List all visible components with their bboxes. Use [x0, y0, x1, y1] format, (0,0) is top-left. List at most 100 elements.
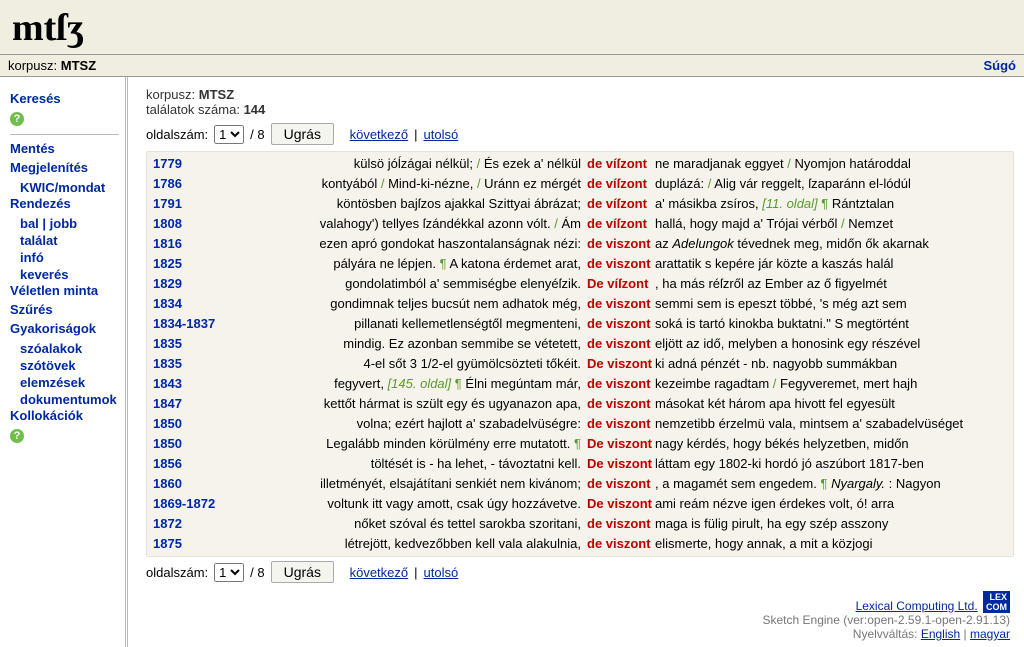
row-keyword: de viszont	[581, 295, 655, 313]
row-keyword: de víſzont	[581, 195, 655, 213]
concordance-row[interactable]: 1834-1837pillanati kellemetlenségtől meg…	[153, 314, 1007, 334]
lang-magyar[interactable]: magyar	[970, 627, 1010, 641]
help-icon[interactable]: ?	[10, 429, 24, 443]
concordance-row[interactable]: 1829gondolatimból a' semmiségbe elenyéſz…	[153, 274, 1007, 294]
concordance-row[interactable]: 1856töltését is - ha lehet, - távoztatni…	[153, 454, 1007, 474]
nav-sample[interactable]: Véletlen minta	[10, 283, 119, 298]
concordance-row[interactable]: 1825pályára ne lépjen. ¶ A katona érdeme…	[153, 254, 1007, 274]
concordance-row[interactable]: 18354-el sőt 3 1/2-el gyümölcsözteti tők…	[153, 354, 1007, 374]
row-left: valahogy') tellyes ſzándékkal azonn vólt…	[229, 215, 581, 233]
corpus-bar: korpusz: MTSZ Súgó	[0, 55, 1024, 77]
help-icon[interactable]: ?	[10, 112, 24, 126]
nav-kwic[interactable]: KWIC/mondat	[10, 179, 119, 196]
nav-freq-tags[interactable]: elemzések	[10, 374, 119, 391]
row-year[interactable]: 1850	[153, 435, 229, 453]
row-year[interactable]: 1835	[153, 335, 229, 353]
nav-freq-lemmas[interactable]: szótövek	[10, 357, 119, 374]
concordance-row[interactable]: 1808valahogy') tellyes ſzándékkal azonn …	[153, 214, 1007, 234]
row-keyword: De viszont	[581, 435, 655, 453]
concordance-row[interactable]: 1834gondimnak teljes bucsút nem adhatok …	[153, 294, 1007, 314]
row-year[interactable]: 1875	[153, 535, 229, 553]
row-right: a' másikba zsíros, [11. oldal] ¶ Rántzta…	[655, 195, 1007, 213]
row-year[interactable]: 1834	[153, 295, 229, 313]
next-link[interactable]: következő	[350, 565, 409, 580]
nav-sort[interactable]: Rendezés	[10, 196, 119, 211]
page-select[interactable]: 1	[214, 125, 244, 144]
row-year[interactable]: 1843	[153, 375, 229, 393]
topbar: mtſʒ	[0, 0, 1024, 55]
row-year[interactable]: 1816	[153, 235, 229, 253]
row-keyword: de viszont	[581, 375, 655, 393]
help-link[interactable]: Súgó	[984, 58, 1017, 73]
row-year[interactable]: 1835	[153, 355, 229, 373]
row-year[interactable]: 1860	[153, 475, 229, 493]
row-year[interactable]: 1829	[153, 275, 229, 293]
main: korpusz: MTSZ találatok száma: 144 oldal…	[128, 77, 1024, 647]
row-year[interactable]: 1869-1872	[153, 495, 229, 513]
row-right: nagy kérdés, hogy békés helyzetben, midő…	[655, 435, 1007, 453]
page-of: / 8	[250, 127, 264, 142]
concordance-row[interactable]: 1779külsö jóĺzágai nélkül; / És ezek a' …	[153, 154, 1007, 174]
row-keyword: de viszont	[581, 515, 655, 533]
nav-sort-hit[interactable]: találat	[10, 232, 119, 249]
row-right: , a magamét sem engedem. ¶ Nyargaly. : N…	[655, 475, 1007, 493]
row-year[interactable]: 1808	[153, 215, 229, 233]
row-year[interactable]: 1872	[153, 515, 229, 533]
last-link[interactable]: utolsó	[424, 127, 459, 142]
concordance-row[interactable]: 1872nőket szóval és tettel sarokba szori…	[153, 514, 1007, 534]
concordance-row[interactable]: 1850volna; ezért hajlott a' szabadelvüsé…	[153, 414, 1007, 434]
row-keyword: De viszont	[581, 355, 655, 373]
nav-freq-forms[interactable]: szóalakok	[10, 340, 119, 357]
row-year[interactable]: 1779	[153, 155, 229, 173]
concordance-row[interactable]: 1843fegyvert, [145. oldal] ¶ Élni megúnt…	[153, 374, 1007, 394]
row-keyword: De viszont	[581, 495, 655, 513]
concordance-row[interactable]: 1835mindig. Ez azonban semmibe se vétete…	[153, 334, 1007, 354]
row-keyword: de víſzont	[581, 215, 655, 233]
row-year[interactable]: 1847	[153, 395, 229, 413]
row-year[interactable]: 1791	[153, 195, 229, 213]
concordance-row[interactable]: 1791köntösben bajſzos ajakkal Szittyai á…	[153, 194, 1007, 214]
nav-sort-info[interactable]: infó	[10, 249, 119, 266]
lang-english[interactable]: English	[921, 627, 960, 641]
row-keyword: De víſzont	[581, 275, 655, 293]
nav-freq[interactable]: Gyakoriságok	[10, 321, 119, 336]
nav-search[interactable]: Keresés	[10, 91, 119, 106]
row-year[interactable]: 1825	[153, 255, 229, 273]
next-link[interactable]: következő	[350, 127, 409, 142]
row-keyword: de viszont	[581, 395, 655, 413]
row-year[interactable]: 1850	[153, 415, 229, 433]
row-right: elismerte, hogy annak, a mit a közjogi	[655, 535, 1007, 553]
row-year[interactable]: 1856	[153, 455, 229, 473]
go-button[interactable]: Ugrás	[271, 123, 334, 145]
nav-save[interactable]: Mentés	[10, 141, 119, 156]
concordance-row[interactable]: 1786kontyából / Mind-ki-nézne, / Uránn e…	[153, 174, 1007, 194]
row-right: , ha más réſzről az Ember az ő figyelmét	[655, 275, 1007, 293]
row-left: illetményét, elsajátítani senkiét nem ki…	[229, 475, 581, 493]
row-left: kettőt hármat is szült egy és ugyanazon …	[229, 395, 581, 413]
concordance-row[interactable]: 1869-1872voltunk itt vagy amott, csak úg…	[153, 494, 1007, 514]
concordance-row[interactable]: 1850Legalább minden körülmény erre mutat…	[153, 434, 1007, 454]
concordance-row[interactable]: 1875létrejött, kedvezőbben kell vala ala…	[153, 534, 1007, 554]
company-link[interactable]: Lexical Computing Ltd.	[856, 599, 978, 613]
nav-sort-leftright[interactable]: bal | jobb	[10, 215, 119, 232]
row-keyword: de viszont	[581, 335, 655, 353]
concordance-row[interactable]: 1860illetményét, elsajátítani senkiét ne…	[153, 474, 1007, 494]
row-keyword: de viszont	[581, 315, 655, 333]
last-link[interactable]: utolsó	[424, 565, 459, 580]
nav-filter[interactable]: Szűrés	[10, 302, 119, 317]
go-button[interactable]: Ugrás	[271, 561, 334, 583]
nav-display[interactable]: Megjelenítés	[10, 160, 119, 175]
nav-freq-docs[interactable]: dokumentumok	[10, 391, 119, 408]
nav-sort-shuffle[interactable]: keverés	[10, 266, 119, 283]
row-year[interactable]: 1786	[153, 175, 229, 193]
concordance-row[interactable]: 1816ezen apró gondokat haszontalanságnak…	[153, 234, 1007, 254]
row-left: kontyából / Mind-ki-nézne, / Uránn ez mé…	[229, 175, 581, 193]
concordance-row[interactable]: 1847kettőt hármat is szült egy és ugyana…	[153, 394, 1007, 414]
row-year[interactable]: 1834-1837	[153, 315, 229, 333]
page-label: oldalszám:	[146, 127, 208, 142]
nav-colloc[interactable]: Kollokációk	[10, 408, 119, 423]
row-left: Legalább minden körülmény erre mutatott.…	[229, 435, 581, 453]
row-left: nőket szóval és tettel sarokba szoritani…	[229, 515, 581, 533]
page-select[interactable]: 1	[214, 563, 244, 582]
row-left: fegyvert, [145. oldal] ¶ Élni megúntam m…	[229, 375, 581, 393]
